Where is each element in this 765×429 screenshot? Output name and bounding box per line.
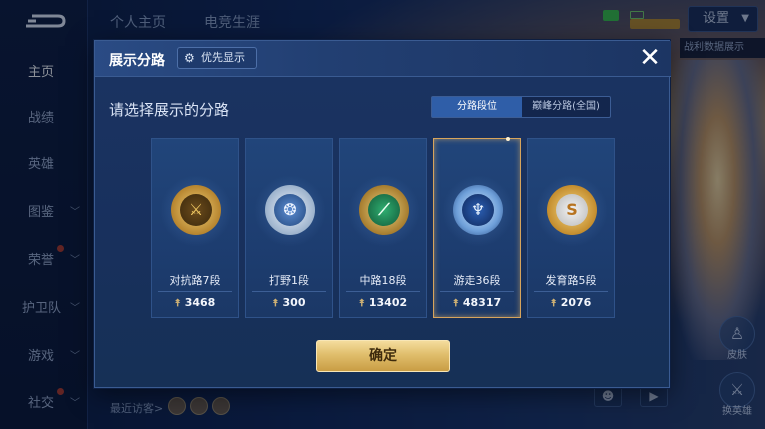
emblem-glyph: ⟋	[368, 194, 400, 226]
score-value: 2076	[560, 296, 592, 309]
lane-score: ⯭ 13402	[340, 296, 426, 309]
lane-score: ⯭ 3468	[152, 296, 238, 309]
close-button[interactable]: ✕	[635, 44, 665, 74]
emblem-glyph: ♆	[462, 194, 494, 226]
emblem-glyph: ⚔	[180, 194, 212, 226]
score-value: 300	[282, 296, 306, 309]
dialog-title: 展示分路	[109, 53, 165, 69]
roam-emblem-icon: ♆	[453, 185, 503, 235]
emblem-glyph: ❂	[274, 194, 306, 226]
score-value: 13402	[368, 296, 408, 309]
lane-card-roam[interactable]: ♆ 游走36段 ⯭ 48317	[433, 137, 521, 318]
emblem-glyph: S	[556, 194, 588, 226]
lane-label: 对抗路7段	[169, 274, 221, 287]
top-lane-emblem-icon: ⚔	[171, 185, 221, 235]
dialog-header: 展示分路 ⚙ 优先显示 ✕	[95, 41, 671, 77]
gear-icon: ⚙	[184, 51, 195, 65]
divider	[534, 291, 608, 292]
toggle-lane-rank[interactable]: 分路段位	[432, 97, 522, 117]
selection-corner	[506, 137, 510, 141]
lane-score: ⯭ 2076	[528, 296, 614, 309]
farm-lane-emblem-icon: S	[547, 185, 597, 235]
lane-label: 打野1段	[269, 274, 309, 287]
divider	[440, 291, 514, 292]
lane-label: 中路18段	[359, 274, 407, 287]
dialog-subtitle: 请选择展示的分路	[109, 101, 230, 119]
rank-score-icon: ⯭	[174, 298, 181, 309]
divider	[252, 291, 326, 292]
lane-card-top[interactable]: ⚔ 对抗路7段 ⯭ 3468	[151, 138, 239, 318]
lane-card-mid[interactable]: ⟋ 中路18段 ⯭ 13402	[339, 138, 427, 318]
lane-mode-toggle: 分路段位 巅峰分路(全国)	[431, 96, 611, 118]
lane-label: 发育路5段	[545, 274, 597, 287]
lane-card-farm[interactable]: S 发育路5段 ⯭ 2076	[527, 138, 615, 318]
rank-score-icon: ⯭	[272, 298, 279, 309]
score-value: 48317	[462, 296, 502, 309]
rank-score-icon: ⯭	[452, 298, 459, 309]
toggle-peak-lane[interactable]: 巅峰分路(全国)	[522, 97, 610, 117]
lane-score: ⯭ 48317	[434, 296, 520, 309]
lane-score: ⯭ 300	[246, 296, 332, 309]
divider	[158, 291, 232, 292]
lane-card-jungle[interactable]: ❂ 打野1段 ⯭ 300	[245, 138, 333, 318]
lane-display-dialog: 展示分路 ⚙ 优先显示 ✕ 请选择展示的分路 分路段位 巅峰分路(全国) ⚔ 对…	[94, 40, 671, 388]
priority-label: 优先显示	[201, 51, 245, 64]
confirm-button[interactable]: 确定	[316, 340, 450, 372]
jungle-emblem-icon: ❂	[265, 185, 315, 235]
lane-label: 游走36段	[453, 274, 501, 287]
divider	[346, 291, 420, 292]
rank-score-icon: ⯭	[358, 298, 365, 309]
priority-display-button[interactable]: ⚙ 优先显示	[177, 47, 257, 69]
rank-score-icon: ⯭	[550, 298, 557, 309]
score-value: 3468	[184, 296, 216, 309]
mid-lane-emblem-icon: ⟋	[359, 185, 409, 235]
